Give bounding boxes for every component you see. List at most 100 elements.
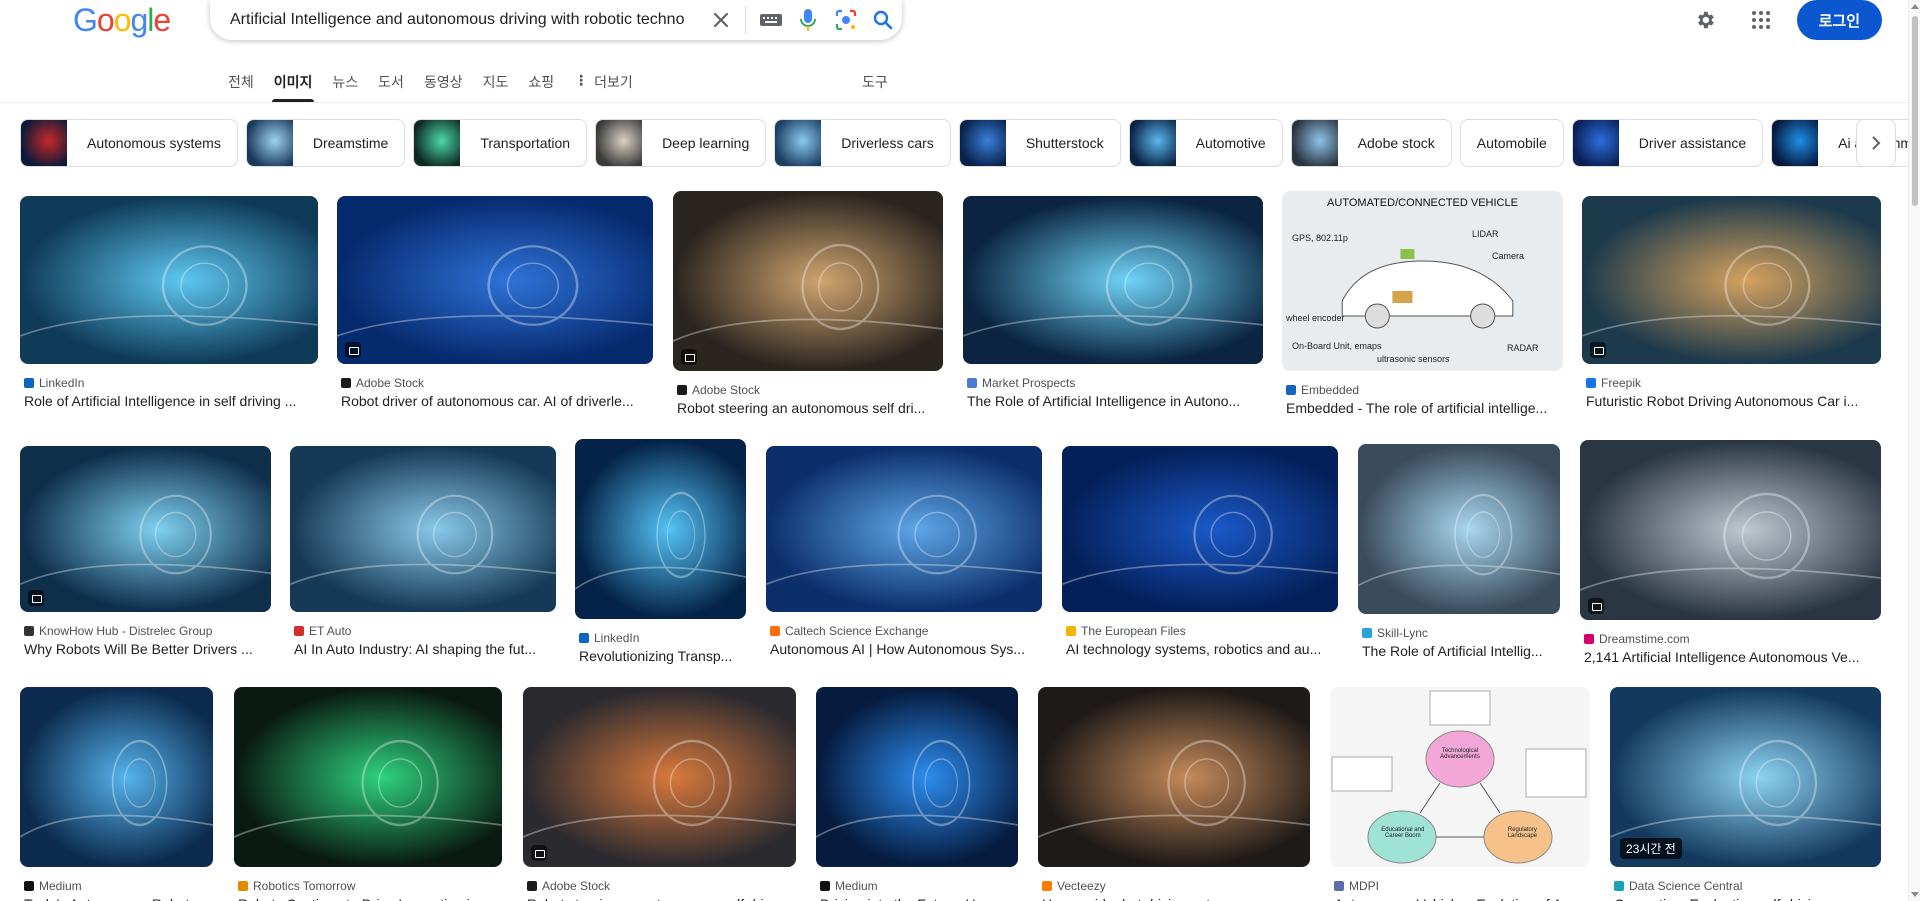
- image-title[interactable]: Why Robots Will Be Better Drivers ...: [24, 641, 267, 657]
- image-title[interactable]: The Role of Artificial Intelligence in A…: [967, 393, 1259, 409]
- image-source[interactable]: LinkedIn: [24, 376, 84, 390]
- image-title[interactable]: AI In Auto Industry: AI shaping the fut.…: [294, 641, 552, 657]
- image-thumbnail[interactable]: [20, 446, 271, 612]
- google-logo[interactable]: Google: [73, 2, 171, 38]
- image-result[interactable]: Medium Tesla's Autonomous Robot...: [20, 687, 213, 901]
- search-input[interactable]: Artificial Intelligence and autonomous d…: [230, 11, 702, 29]
- image-source[interactable]: Adobe Stock: [341, 376, 424, 390]
- image-title[interactable]: Robot steering an autonomous self dri...: [677, 400, 939, 416]
- login-button[interactable]: 로그인: [1796, 0, 1882, 40]
- tab-videos[interactable]: 동영상: [414, 64, 473, 102]
- image-thumbnail[interactable]: 23시간 전: [1610, 687, 1881, 867]
- image-thumbnail[interactable]: [1038, 687, 1310, 867]
- page-scrollbar[interactable]: [1908, 0, 1920, 901]
- tab-more[interactable]: ⋮ 더보기: [564, 64, 643, 102]
- image-thumbnail[interactable]: [766, 446, 1042, 612]
- lens-icon[interactable]: [827, 0, 864, 40]
- image-thumbnail[interactable]: [290, 446, 556, 612]
- tools-button[interactable]: 도구: [862, 72, 888, 92]
- chip-autonomous-systems[interactable]: Autonomous systems: [20, 119, 238, 167]
- image-source[interactable]: MDPI: [1334, 879, 1379, 893]
- image-result[interactable]: KnowHow Hub - Distrelec Group Why Robots …: [20, 440, 271, 670]
- image-source[interactable]: Adobe Stock: [677, 383, 760, 397]
- image-source[interactable]: Caltech Science Exchange: [770, 624, 928, 638]
- image-source[interactable]: Embedded: [1286, 383, 1359, 397]
- image-source[interactable]: ET Auto: [294, 624, 351, 638]
- image-result[interactable]: Adobe Stock Robot steering an autonomous …: [523, 687, 796, 901]
- chip-adobe-stock[interactable]: Adobe stock: [1290, 119, 1452, 167]
- image-source[interactable]: Vecteezy: [1042, 879, 1106, 893]
- image-title[interactable]: Futuristic Robot Driving Autonomous Car …: [1586, 393, 1877, 409]
- image-source[interactable]: Dreamstime.com: [1584, 632, 1690, 646]
- image-result[interactable]: Medium Driving into the Future: How...: [816, 687, 1018, 901]
- chip-ai-algorithms[interactable]: Ai algorithms: [1771, 119, 1920, 167]
- image-source[interactable]: Freepik: [1586, 376, 1641, 390]
- tab-all[interactable]: 전체: [218, 64, 264, 102]
- image-source[interactable]: Robotics Tomorrow: [238, 879, 355, 893]
- image-source[interactable]: Medium: [820, 879, 878, 893]
- image-result[interactable]: Technological Advancements Educational an…: [1330, 687, 1590, 901]
- tab-shopping[interactable]: 쇼핑: [518, 64, 564, 102]
- image-result[interactable]: 23시간 전 Data Science Central Computing: Eva…: [1610, 687, 1881, 901]
- image-result[interactable]: LinkedIn Role of Artificial Intelligence …: [20, 190, 318, 420]
- microphone-icon[interactable]: [790, 0, 827, 40]
- image-result[interactable]: Skill-Lync The Role of Artificial Intelli…: [1358, 440, 1560, 670]
- search-box[interactable]: Artificial Intelligence and autonomous d…: [210, 0, 902, 40]
- image-title[interactable]: Revolutionizing Transp...: [579, 648, 742, 664]
- image-title[interactable]: Driving into the Future: How...: [820, 896, 1014, 901]
- image-thumbnail[interactable]: [337, 196, 653, 364]
- image-thumbnail[interactable]: [963, 196, 1263, 364]
- image-result[interactable]: Dreamstime.com 2,141 Artificial Intellige…: [1580, 440, 1881, 670]
- image-source[interactable]: Adobe Stock: [527, 879, 610, 893]
- tab-images[interactable]: 이미지: [264, 64, 323, 102]
- image-result[interactable]: Robotics Tomorrow Robots Continue to Driv…: [234, 687, 502, 901]
- image-result[interactable]: Vecteezy Humanoid robot driving autonomou…: [1038, 687, 1310, 901]
- image-thumbnail[interactable]: [1582, 196, 1881, 364]
- image-source[interactable]: Market Prospects: [967, 376, 1075, 390]
- image-source[interactable]: KnowHow Hub - Distrelec Group: [24, 624, 212, 638]
- image-result[interactable]: LinkedIn Revolutionizing Transp...: [575, 439, 746, 670]
- image-result[interactable]: AUTOMATED/CONNECTED VEHICLE GPS, 802.11p L…: [1282, 190, 1563, 420]
- image-source[interactable]: Medium: [24, 879, 82, 893]
- image-thumbnail[interactable]: [234, 687, 502, 867]
- keyboard-icon[interactable]: [752, 0, 789, 40]
- chip-shutterstock[interactable]: Shutterstock: [958, 119, 1121, 167]
- image-source[interactable]: LinkedIn: [579, 631, 639, 645]
- image-thumbnail[interactable]: [1358, 444, 1560, 614]
- image-source[interactable]: Data Science Central: [1614, 879, 1742, 893]
- image-result[interactable]: Adobe Stock Robot driver of autonomous ca…: [337, 190, 653, 420]
- image-result[interactable]: The European Files AI technology systems,…: [1062, 440, 1338, 670]
- tab-news[interactable]: 뉴스: [322, 64, 368, 102]
- settings-gear-icon[interactable]: [1685, 0, 1725, 40]
- image-thumbnail[interactable]: [1580, 440, 1881, 620]
- tab-books[interactable]: 도서: [368, 64, 414, 102]
- image-thumbnail[interactable]: AUTOMATED/CONNECTED VEHICLE GPS, 802.11p L…: [1282, 191, 1563, 371]
- image-thumbnail[interactable]: [673, 191, 943, 371]
- clear-icon[interactable]: [702, 0, 739, 40]
- scrollbar-thumb[interactable]: [1912, 16, 1918, 206]
- chips-next-button[interactable]: [1856, 119, 1896, 167]
- image-title[interactable]: 2,141 Artificial Intelligence Autonomous…: [1584, 649, 1877, 665]
- image-title[interactable]: Role of Artificial Intelligence in self …: [24, 393, 314, 409]
- image-title[interactable]: The Role of Artificial Intellig...: [1362, 643, 1556, 659]
- chip-automobile[interactable]: Automobile: [1459, 119, 1564, 167]
- image-title[interactable]: Autonomous Vehicles: Evolution of A...: [1334, 896, 1586, 901]
- image-thumbnail[interactable]: Technological Advancements Educational an…: [1330, 687, 1590, 867]
- image-thumbnail[interactable]: [1062, 446, 1338, 612]
- chip-dreamstime[interactable]: Dreamstime: [245, 119, 406, 167]
- image-source[interactable]: Skill-Lync: [1362, 626, 1428, 640]
- scroll-up-arrow-icon[interactable]: [1911, 4, 1919, 9]
- image-title[interactable]: Computing: Evaluating self-driving car..…: [1614, 896, 1877, 901]
- image-title[interactable]: Tesla's Autonomous Robot...: [24, 896, 209, 901]
- image-thumbnail[interactable]: [816, 687, 1018, 867]
- image-result[interactable]: Freepik Futuristic Robot Driving Autonomo…: [1582, 190, 1881, 420]
- image-result[interactable]: Market Prospects The Role of Artificial I…: [963, 190, 1263, 420]
- image-source[interactable]: The European Files: [1066, 624, 1186, 638]
- image-title[interactable]: Autonomous AI | How Autonomous Sys...: [770, 641, 1038, 657]
- image-title[interactable]: Robot driver of autonomous car. AI of dr…: [341, 393, 649, 409]
- image-result[interactable]: Adobe Stock Robot steering an autonomous …: [673, 190, 943, 420]
- chip-driver-assistance[interactable]: Driver assistance: [1571, 119, 1764, 167]
- chip-automotive[interactable]: Automotive: [1128, 119, 1283, 167]
- image-thumbnail[interactable]: [20, 196, 318, 364]
- image-thumbnail[interactable]: [523, 687, 796, 867]
